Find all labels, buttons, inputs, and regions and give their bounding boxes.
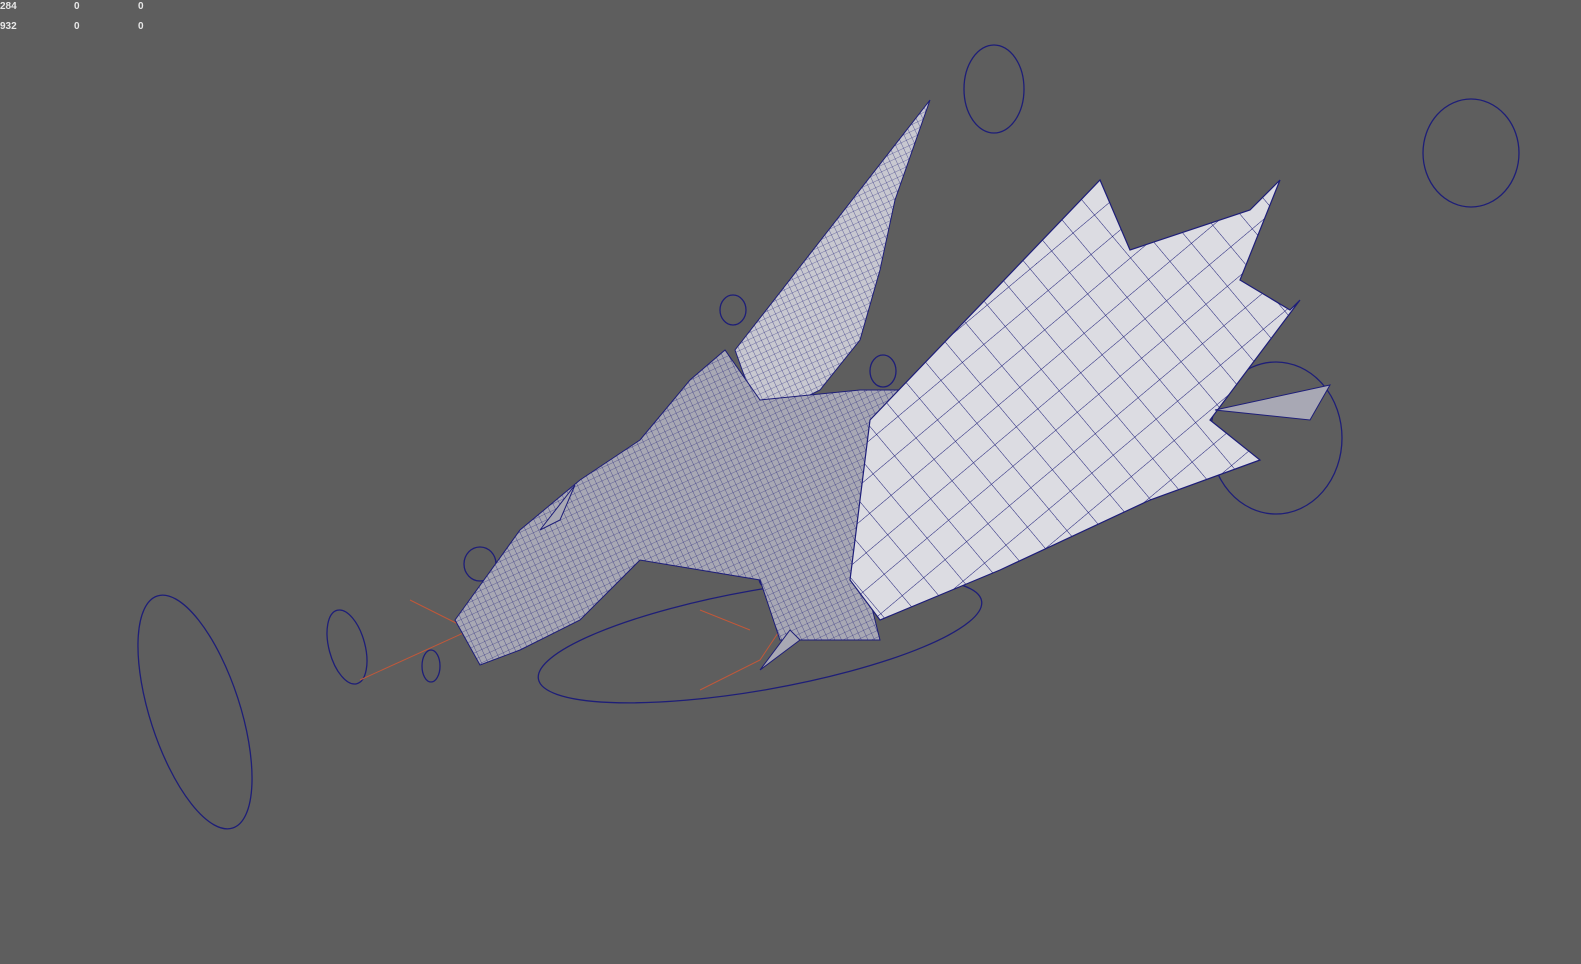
control-circle[interactable]: [1422, 98, 1520, 208]
control-circle[interactable]: [869, 354, 897, 388]
viewport[interactable]: [0, 0, 1581, 964]
control-circle[interactable]: [421, 649, 441, 683]
control-circle[interactable]: [115, 582, 276, 842]
control-circle[interactable]: [963, 44, 1025, 134]
dragon-mesh[interactable]: [454, 99, 1331, 671]
control-circle[interactable]: [320, 606, 374, 689]
control-circle[interactable]: [719, 294, 747, 326]
